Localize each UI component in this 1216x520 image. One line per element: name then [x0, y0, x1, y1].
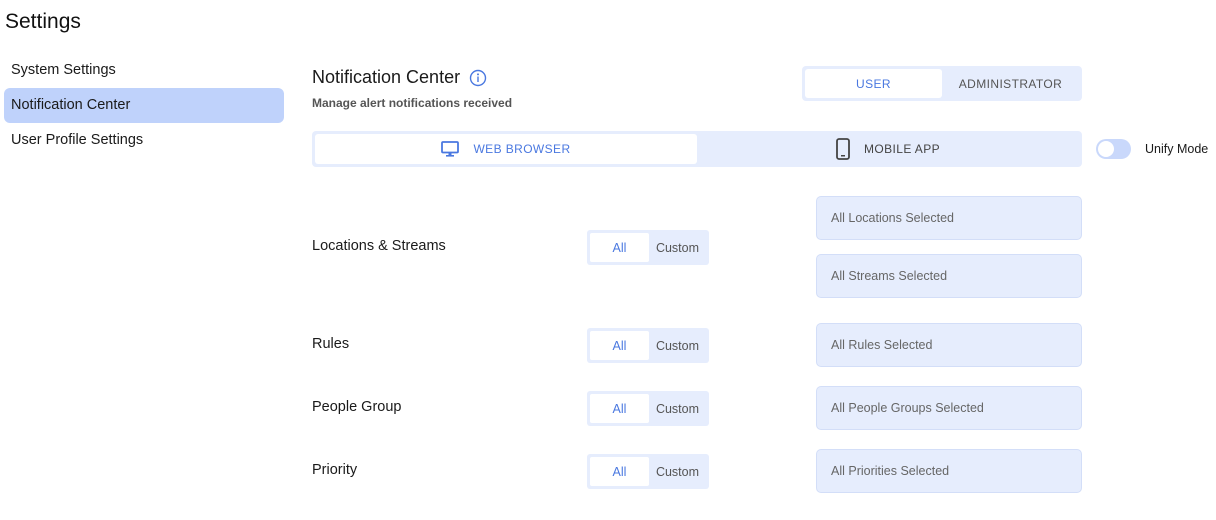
rules-select[interactable]: All Rules Selected	[816, 323, 1082, 367]
streams-select[interactable]: All Streams Selected	[816, 254, 1082, 298]
platform-web-label: WEB BROWSER	[473, 142, 571, 156]
platform-toggle: WEB BROWSER MOBILE APP	[312, 131, 1082, 167]
rules-label: Rules	[312, 336, 350, 352]
locations-select[interactable]: All Locations Selected	[816, 196, 1082, 240]
section-title: Notification Center	[312, 67, 487, 88]
monitor-icon	[441, 141, 460, 157]
sidebar-item-system-settings[interactable]: System Settings	[4, 53, 284, 88]
role-toggle: USER ADMINISTRATOR	[802, 66, 1082, 101]
unify-mode-switch[interactable]	[1096, 139, 1131, 159]
sidebar-item-label: User Profile Settings	[11, 132, 144, 148]
section-title-text: Notification Center	[312, 67, 461, 87]
rules-all-option[interactable]: All	[590, 331, 649, 360]
mobile-phone-icon	[836, 138, 850, 160]
section-subtitle: Manage alert notifications received	[312, 96, 513, 110]
sidebar-item-label: System Settings	[11, 62, 116, 78]
priority-select[interactable]: All Priorities Selected	[816, 449, 1082, 493]
platform-mobile-label: MOBILE APP	[863, 142, 941, 156]
locations-all-option[interactable]: All	[590, 233, 649, 262]
people-group-label: People Group	[312, 399, 402, 415]
locations-custom-option[interactable]: Custom	[649, 233, 706, 262]
platform-mobile-app-tab[interactable]: MOBILE APP	[697, 134, 1079, 164]
people-group-all-option[interactable]: All	[590, 394, 649, 423]
locations-streams-label: Locations & Streams	[312, 238, 446, 254]
sidebar-item-notification-center[interactable]: Notification Center	[4, 88, 284, 123]
people-group-scope-toggle: All Custom	[587, 391, 709, 426]
sidebar-item-user-profile-settings[interactable]: User Profile Settings	[4, 123, 284, 158]
platform-web-browser-tab[interactable]: WEB BROWSER	[315, 134, 697, 164]
unify-mode: Unify Mode	[1096, 139, 1208, 159]
role-administrator-tab[interactable]: ADMINISTRATOR	[942, 69, 1079, 98]
rules-custom-option[interactable]: Custom	[649, 331, 706, 360]
people-group-select[interactable]: All People Groups Selected	[816, 386, 1082, 430]
rules-scope-toggle: All Custom	[587, 328, 709, 363]
locations-scope-toggle: All Custom	[587, 230, 709, 265]
people-group-custom-option[interactable]: Custom	[649, 394, 706, 423]
priority-custom-option[interactable]: Custom	[649, 457, 706, 486]
priority-label: Priority	[312, 462, 358, 478]
sidebar: System Settings Notification Center User…	[4, 53, 284, 158]
priority-scope-toggle: All Custom	[587, 454, 709, 489]
switch-knob	[1098, 141, 1114, 157]
role-user-tab[interactable]: USER	[805, 69, 942, 98]
page-title: Settings	[5, 10, 81, 33]
sidebar-item-label: Notification Center	[11, 97, 131, 113]
unify-mode-label: Unify Mode	[1145, 142, 1209, 156]
priority-all-option[interactable]: All	[590, 457, 649, 486]
info-icon[interactable]	[469, 69, 487, 87]
